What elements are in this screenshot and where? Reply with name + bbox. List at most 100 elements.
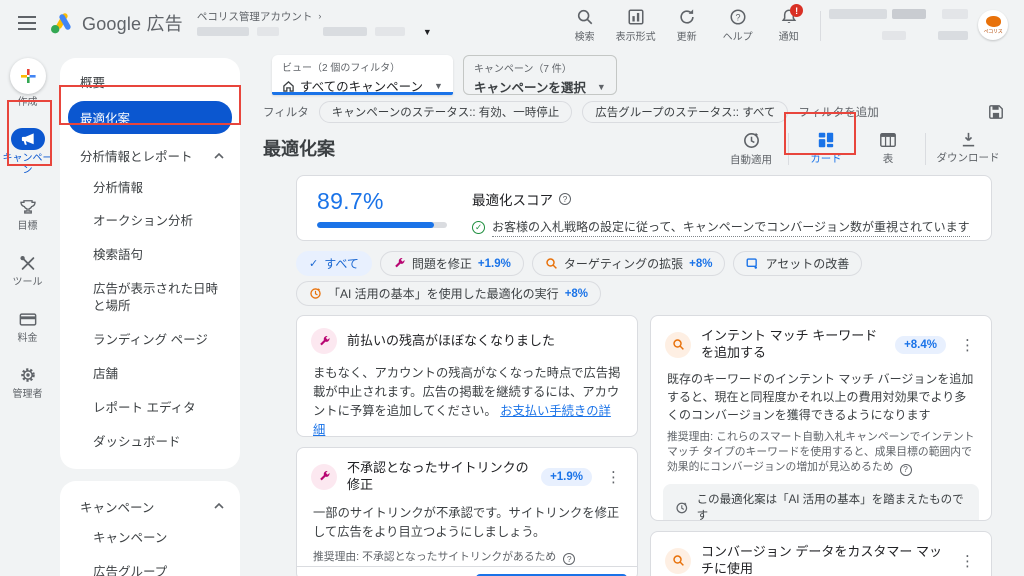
uplift-badge: +1.9% xyxy=(541,468,592,486)
home-icon xyxy=(282,80,295,92)
scope-selectors: ビュー（2 個のフィルタ） すべてのキャンペーン ▼ キャンペーン（7 件） キ… xyxy=(272,55,1024,95)
wrench-icon xyxy=(311,464,337,490)
kebab-menu-icon[interactable]: ⋮ xyxy=(956,336,979,354)
google-ads-app: Google 広告 ペコリス管理アカウント › ▼ 検索 表示形式 xyxy=(0,0,1024,576)
card-body-text: 一部のサイトリンクが不承認です。サイトリンクを修正して広告をより目立つようにしま… xyxy=(297,500,637,542)
clock-arrow-icon xyxy=(675,501,689,515)
sidebar-item-overview[interactable]: 概要 xyxy=(60,64,240,99)
auto-apply-clock-icon xyxy=(742,131,761,150)
sidebar-item-ad-groups[interactable]: 広告グループ xyxy=(60,556,240,576)
view-selector[interactable]: ビュー（2 個のフィルタ） すべてのキャンペーン ▼ xyxy=(272,55,453,95)
note-text[interactable]: この最適化案は「AI 活用の基本」を踏まえたものです xyxy=(697,491,967,521)
breadcrumb-label: ペコリス管理アカウント xyxy=(197,9,313,24)
help-icon: ? xyxy=(729,8,747,26)
sidebar-item-campaigns[interactable]: キャンペーン xyxy=(60,522,240,556)
sidebar-section-insights[interactable]: 分析情報とレポート xyxy=(60,136,240,171)
chip-expand-targeting[interactable]: ターゲティングの拡張 +8% xyxy=(532,251,726,276)
notifications-button[interactable]: ! 通知 xyxy=(765,2,812,43)
sidebar-item-search-terms[interactable]: 検索語句 xyxy=(60,239,240,273)
top-actions: 検索 表示形式 更新 ? ヘルプ ! 通知 xyxy=(561,2,812,43)
refresh-button[interactable]: 更新 xyxy=(663,2,710,43)
search-button[interactable]: 検索 xyxy=(561,2,608,43)
sidebar-item-report-editor[interactable]: レポート エディタ xyxy=(60,391,240,425)
sidebar-item-when-where-ads-showed[interactable]: 広告が表示された日時と場所 xyxy=(60,273,240,324)
create-button[interactable]: 作成 xyxy=(10,58,46,109)
rail-item-admin[interactable]: 管理者 xyxy=(2,364,54,401)
divider xyxy=(788,133,789,165)
sidebar-item-dashboards[interactable]: ダッシュボード xyxy=(60,425,240,459)
left-column: 前払いの残高がほぼなくなりました まもなく、アカウントの残高がなくなった時点で広… xyxy=(296,315,638,576)
card-title: インテント マッチ キーワードを追加する xyxy=(701,328,885,362)
brand-text: Google 広告 xyxy=(82,10,183,36)
download-button[interactable]: ダウンロード xyxy=(932,127,1004,165)
sidebar-item-auction-insights[interactable]: オークション分析 xyxy=(60,205,240,239)
filter-bar: フィルタ キャンペーンのステータス:: 有効、一時停止 広告グループのステータス… xyxy=(263,101,1004,123)
campaign-caret-icon: ▼ xyxy=(597,82,606,92)
card-prepaid-balance: 前払いの残高がほぼなくなりました まもなく、アカウントの残高がなくなった時点で広… xyxy=(296,315,638,437)
card-reason-text: 推奨理由: 不承認となったサイトリンクがあるため xyxy=(313,551,556,563)
card-disapproved-sitelinks: 不承認となったサイトリンクの修正 +1.9% ⋮ 一部のサイトリンクが不承認です… xyxy=(296,447,638,576)
cards-view-toggle[interactable]: カード xyxy=(795,127,857,166)
filter-chip-campaign-status[interactable]: キャンペーンのステータス:: 有効、一時停止 xyxy=(319,101,573,123)
rail-item-billing[interactable]: 料金 xyxy=(2,308,54,345)
gear-icon xyxy=(19,366,37,384)
google-ads-logo[interactable]: Google 広告 xyxy=(50,10,183,36)
campaign-selector[interactable]: キャンペーン（7 件） キャンペーンを選択 ▼ xyxy=(463,55,617,95)
card-intent-match-keywords: インテント マッチ キーワードを追加する +8.4% ⋮ 既存のキーワードのイン… xyxy=(650,315,992,521)
optimization-score-value: 89.7% xyxy=(317,188,472,215)
score-status-text[interactable]: お客様の入札戦略の設定に従って、キャンペーンでコンバージョン数が重視されています xyxy=(492,218,970,237)
score-help-icon[interactable]: ? xyxy=(559,193,571,205)
wrench-icon xyxy=(311,328,337,354)
save-icon xyxy=(988,104,1004,120)
card-title: 前払いの残高がほぼなくなりました xyxy=(347,333,625,350)
nav-rail: 作成 キャンペーン 目標 ツール xyxy=(0,45,55,576)
recommendation-cards: 前払いの残高がほぼなくなりました まもなく、アカウントの残高がなくなった時点で広… xyxy=(296,315,992,576)
uplift-badge: +8.4% xyxy=(895,336,946,354)
rail-item-goals[interactable]: 目標 xyxy=(2,196,54,233)
refresh-icon xyxy=(678,8,696,26)
reason-help-icon[interactable]: ? xyxy=(563,553,575,565)
score-progress-bar xyxy=(317,222,447,228)
kebab-menu-icon[interactable]: ⋮ xyxy=(956,552,979,570)
display-format-button[interactable]: 表示形式 xyxy=(612,2,659,43)
account-breadcrumb[interactable]: ペコリス管理アカウント › ▼ xyxy=(197,9,432,37)
save-filter-button[interactable] xyxy=(988,104,1004,120)
redacted-subaccount-name xyxy=(323,27,367,36)
chip-fix-issues[interactable]: 問題を修正 +1.9% xyxy=(380,251,524,276)
help-button[interactable]: ? ヘルプ xyxy=(714,2,761,43)
table-view-icon xyxy=(879,131,897,149)
tools-icon xyxy=(19,255,37,272)
sidebar-item-recommendations[interactable]: 最適化案 xyxy=(68,101,232,134)
view-caret-icon: ▼ xyxy=(434,81,443,91)
auto-apply-button[interactable]: 自動適用 xyxy=(720,127,782,167)
sidebar-item-landing-pages[interactable]: ランディング ページ xyxy=(60,323,240,357)
sidebar-item-insights[interactable]: 分析情報 xyxy=(60,171,240,205)
sidebar-section-campaigns[interactable]: キャンペーン xyxy=(60,487,240,522)
notification-badge: ! xyxy=(790,4,803,17)
magnifier-icon xyxy=(665,548,691,574)
sidebar-item-stores[interactable]: 店舗 xyxy=(60,357,240,391)
card-reason-text: 推奨理由: これらのスマート自動入札キャンペーンでインテント マッチ タイプのキ… xyxy=(667,431,974,473)
account-dropdown-caret-icon[interactable]: ▼ xyxy=(423,27,432,37)
table-view-toggle[interactable]: 表 xyxy=(857,127,919,166)
rail-item-campaigns[interactable]: キャンペーン xyxy=(2,128,54,177)
reason-help-icon[interactable]: ? xyxy=(900,464,912,476)
chip-improve-assets[interactable]: アセットの改善 xyxy=(733,251,862,276)
magnifier-icon xyxy=(665,332,691,358)
redacted-account-name xyxy=(197,27,249,36)
avatar[interactable]: ペコリス xyxy=(978,10,1008,40)
wrench-icon xyxy=(393,257,406,270)
kebab-menu-icon[interactable]: ⋮ xyxy=(602,468,625,486)
add-filter-button[interactable]: フィルタを追加 xyxy=(798,104,878,120)
search-icon xyxy=(576,8,594,26)
menu-icon[interactable] xyxy=(10,6,44,40)
cards-view-icon xyxy=(817,131,835,149)
chip-all[interactable]: ✓ すべて xyxy=(296,251,372,276)
score-progress-fill xyxy=(317,222,434,228)
ads-logo-icon xyxy=(50,12,74,34)
rail-item-tools[interactable]: ツール xyxy=(2,252,54,289)
filter-chip-adgroup-status[interactable]: 広告グループのステータス:: すべて xyxy=(582,101,788,123)
recommendation-filters: ✓ すべて 問題を修正 +1.9% ターゲティングの拡張 +8% xyxy=(296,251,992,306)
header-divider xyxy=(820,11,821,41)
chip-ai-essentials[interactable]: 「AI 活用の基本」を使用した最適化の実行 +8% xyxy=(296,281,601,306)
